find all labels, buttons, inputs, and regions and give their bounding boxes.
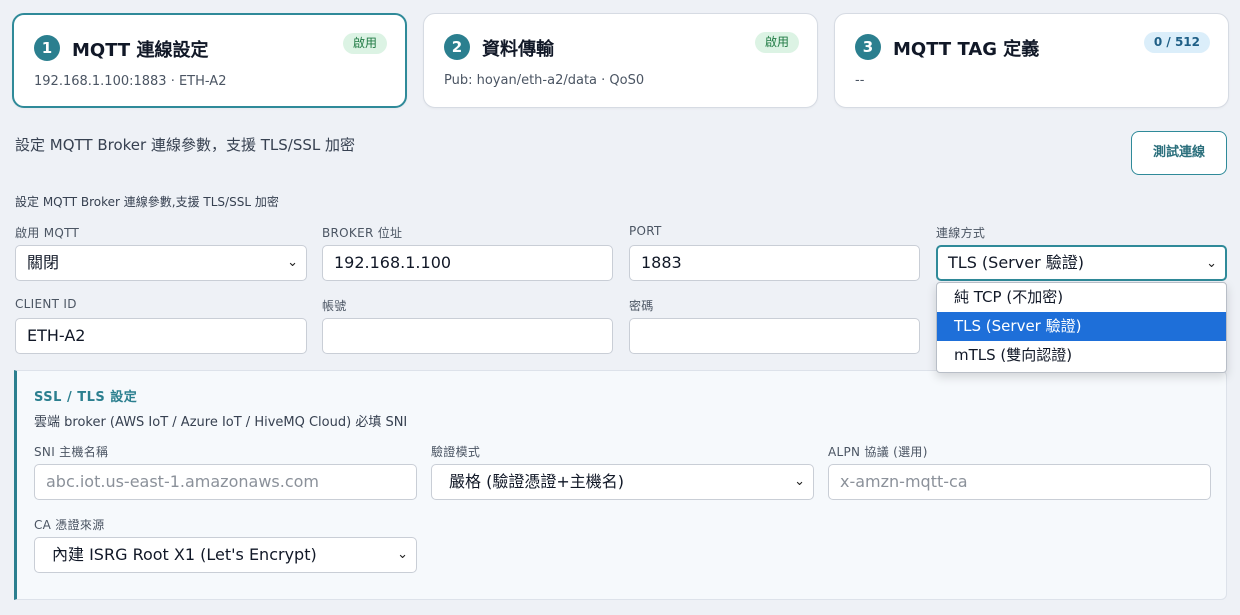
chevron-down-icon: ⌄ <box>287 255 298 270</box>
ssl-tls-panel: SSL / TLS 設定 雲端 broker (AWS IoT / Azure … <box>14 370 1227 600</box>
password-field: 密碼 <box>629 297 920 354</box>
port-input[interactable]: 1883 <box>629 245 920 281</box>
field-label: CLIENT ID <box>15 297 77 311</box>
status-badge: 啟用 <box>342 33 387 54</box>
step-title: MQTT 連線設定 <box>72 40 209 61</box>
ssl-section-description: 雲端 broker (AWS IoT / Azure IoT / HiveMQ … <box>34 415 408 430</box>
ca-source-select[interactable]: 內建 ISRG Root X1 (Let's Encrypt) ⌄ <box>34 537 417 573</box>
step-navigation: 1 MQTT 連線設定 192.168.1.100:1883 · ETH-A2 … <box>12 13 1229 108</box>
verify-mode-select[interactable]: 嚴格 (驗證憑證+主機名) ⌄ <box>431 464 814 500</box>
connection-mode-dropdown: 純 TCP (不加密) TLS (Server 驗證) mTLS (雙向認證) <box>936 282 1227 373</box>
port-field: PORT 1883 <box>629 224 920 281</box>
alpn-input[interactable]: x-amzn-mqtt-ca <box>828 464 1211 500</box>
alpn-field: ALPN 協議 (選用) x-amzn-mqtt-ca <box>828 443 1211 500</box>
field-label: CA 憑證來源 <box>34 518 105 532</box>
client-id-input[interactable]: ETH-A2 <box>15 318 307 354</box>
password-input[interactable] <box>629 318 920 354</box>
section-description: 設定 MQTT Broker 連線參數，支援 TLS/SSL 加密 <box>15 136 355 154</box>
step-card-data-transfer[interactable]: 2 資料傳輸 Pub: hoyan/eth-a2/data · QoS0 啟用 <box>423 13 818 108</box>
username-input[interactable] <box>322 318 613 354</box>
field-label: ALPN 協議 (選用) <box>828 445 928 459</box>
test-connection-button[interactable]: 測試連線 <box>1131 131 1227 175</box>
dropdown-option-mtls[interactable]: mTLS (雙向認證) <box>937 341 1226 370</box>
status-badge: 啟用 <box>754 32 799 53</box>
select-value: 關閉 <box>27 253 60 272</box>
dropdown-option-tcp[interactable]: 純 TCP (不加密) <box>937 283 1226 312</box>
chevron-down-icon: ⌄ <box>794 474 805 489</box>
step-summary: Pub: hoyan/eth-a2/data · QoS0 <box>444 73 645 88</box>
tag-count-badge: 0 / 512 <box>1143 32 1210 53</box>
sni-field: SNI 主機名稱 abc.iot.us-east-1.amazonaws.com <box>34 443 417 500</box>
step-card-mqtt-connection[interactable]: 1 MQTT 連線設定 192.168.1.100:1883 · ETH-A2 … <box>12 13 407 108</box>
connection-mode-select[interactable]: TLS (Server 驗證) ⌄ <box>936 245 1227 281</box>
field-label: PORT <box>629 224 662 238</box>
broker-input[interactable]: 192.168.1.100 <box>322 245 613 281</box>
enable-mqtt-field: 啟用 MQTT 關閉 ⌄ <box>15 224 307 281</box>
broker-field: BROKER 位址 192.168.1.100 <box>322 224 613 281</box>
field-label: BROKER 位址 <box>322 226 403 240</box>
step-summary: -- <box>855 73 865 88</box>
username-field: 帳號 <box>322 297 613 354</box>
chevron-down-icon: ⌄ <box>397 547 408 562</box>
connection-mode-field: 連線方式 TLS (Server 驗證) ⌄ <box>936 224 1227 281</box>
step-number: 3 <box>855 34 881 60</box>
ssl-section-title: SSL / TLS 設定 <box>34 390 138 405</box>
step-summary: 192.168.1.100:1883 · ETH-A2 <box>34 74 227 89</box>
sni-input[interactable]: abc.iot.us-east-1.amazonaws.com <box>34 464 417 500</box>
field-label: SNI 主機名稱 <box>34 445 109 459</box>
chevron-down-icon: ⌄ <box>1206 256 1217 271</box>
step-title: MQTT TAG 定義 <box>893 39 1040 60</box>
ca-source-field: CA 憑證來源 內建 ISRG Root X1 (Let's Encrypt) … <box>34 516 417 573</box>
step-number: 1 <box>34 35 60 61</box>
select-value: 嚴格 (驗證憑證+主機名) <box>449 472 624 491</box>
client-id-field: CLIENT ID ETH-A2 <box>15 297 307 354</box>
enable-mqtt-select[interactable]: 關閉 ⌄ <box>15 245 307 281</box>
step-title: 資料傳輸 <box>482 39 554 60</box>
step-number: 2 <box>444 34 470 60</box>
field-label: 驗證模式 <box>431 445 481 459</box>
field-label: 連線方式 <box>936 226 986 240</box>
select-value: 內建 ISRG Root X1 (Let's Encrypt) <box>52 545 317 564</box>
verify-mode-field: 驗證模式 嚴格 (驗證憑證+主機名) ⌄ <box>431 443 814 500</box>
field-label: 啟用 MQTT <box>15 226 80 240</box>
select-value: TLS (Server 驗證) <box>948 253 1084 272</box>
dropdown-option-tls[interactable]: TLS (Server 驗證) <box>937 312 1226 341</box>
field-label: 帳號 <box>322 299 347 313</box>
section-subdescription: 設定 MQTT Broker 連線參數,支援 TLS/SSL 加密 <box>15 195 279 209</box>
step-card-mqtt-tag[interactable]: 3 MQTT TAG 定義 -- 0 / 512 <box>834 13 1229 108</box>
field-label: 密碼 <box>629 299 654 313</box>
